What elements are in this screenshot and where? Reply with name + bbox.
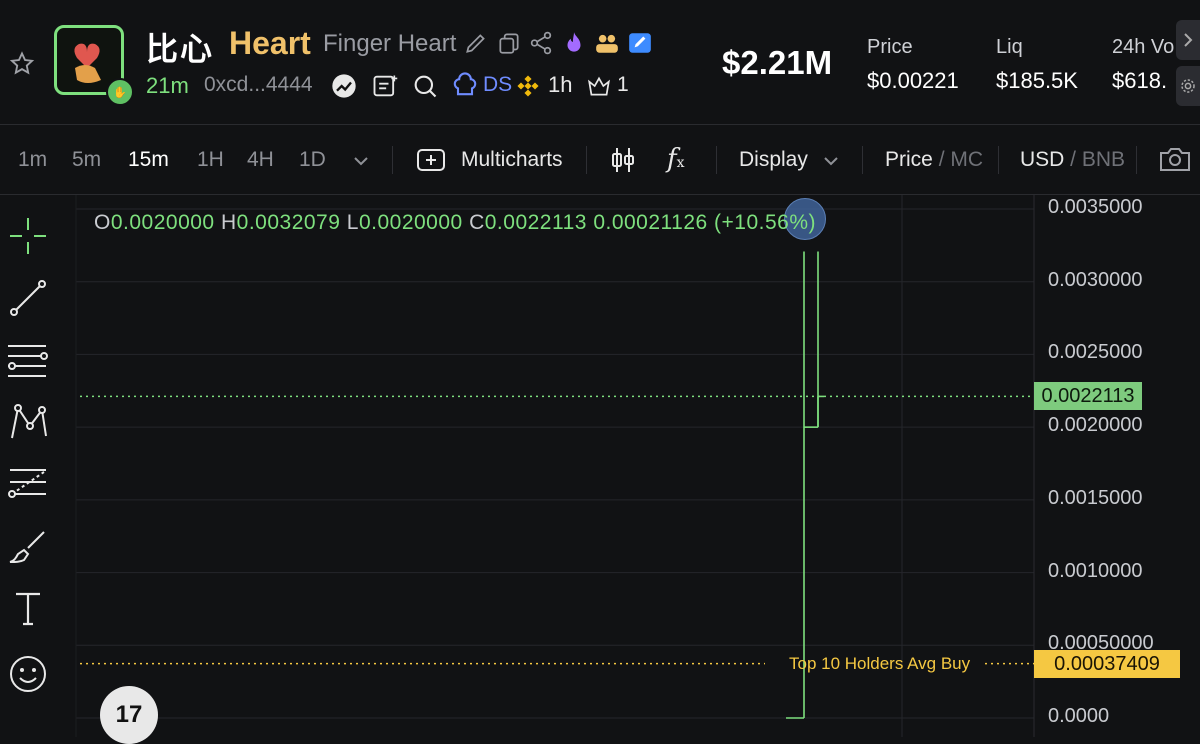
display-button[interactable]: Display bbox=[739, 148, 808, 172]
y-tick-label: 0.0015000 bbox=[1048, 486, 1143, 509]
add-chart-icon[interactable] bbox=[416, 147, 446, 173]
search-icon[interactable] bbox=[411, 72, 439, 100]
chef-hat-icon[interactable] bbox=[451, 72, 479, 100]
tf-4h[interactable]: 4H bbox=[247, 148, 274, 172]
mc-option[interactable]: MC bbox=[950, 148, 983, 171]
multicharts-button[interactable]: Multicharts bbox=[461, 148, 563, 172]
fx-label: f bbox=[667, 144, 677, 174]
crown-icon bbox=[588, 76, 610, 96]
usd-option[interactable]: USD bbox=[1020, 148, 1064, 171]
share-icon[interactable] bbox=[528, 30, 554, 56]
y-tick-label: 0.0010000 bbox=[1048, 559, 1143, 582]
candles-icon[interactable] bbox=[609, 145, 637, 175]
toolbar-divider bbox=[392, 146, 393, 174]
toolbar-divider bbox=[716, 146, 717, 174]
tf-1d[interactable]: 1D bbox=[299, 148, 326, 172]
brush-icon[interactable] bbox=[6, 524, 50, 568]
ohlc-change-pct: (+10.56%) bbox=[714, 211, 817, 234]
tf-1m[interactable]: 1m bbox=[18, 148, 47, 172]
toolbar-divider bbox=[1136, 146, 1137, 174]
ohlc-close: 0.0022113 bbox=[484, 211, 587, 234]
users-icon bbox=[596, 34, 618, 53]
emoji-icon[interactable] bbox=[6, 652, 50, 696]
gear-icon bbox=[1181, 79, 1195, 93]
hand-badge-icon: ✋ bbox=[106, 78, 134, 106]
ohlc-low: 0.0020000 bbox=[358, 211, 463, 234]
tradingview-logo[interactable]: 17 bbox=[100, 686, 158, 744]
ohlc-high: 0.0032079 bbox=[236, 211, 341, 234]
ohlc-c-key: C bbox=[469, 211, 485, 234]
stat-volume-value: $618. bbox=[1112, 68, 1168, 93]
stat-liq-label: Liq bbox=[996, 36, 1023, 58]
ohlc-o-key: O bbox=[94, 211, 111, 234]
chevron-down-icon[interactable] bbox=[352, 152, 370, 170]
tf-15m[interactable]: 15m bbox=[128, 148, 169, 172]
y-tick-label: 0.0030000 bbox=[1048, 268, 1143, 291]
stat-price-value: $0.00221 bbox=[867, 68, 959, 93]
bnb-chain-icon bbox=[517, 75, 539, 97]
crosshair-icon[interactable] bbox=[6, 214, 50, 258]
expand-panel-button[interactable] bbox=[1176, 20, 1200, 60]
chevron-right-icon bbox=[1184, 33, 1193, 47]
ohlc-h-key: H bbox=[220, 211, 237, 234]
y-tick-label: 0.0000 bbox=[1048, 705, 1110, 727]
horizontal-lines-icon[interactable] bbox=[6, 338, 50, 382]
current-price-tag: 0.0022113 bbox=[1034, 382, 1142, 410]
token-age: 21m bbox=[146, 73, 189, 98]
chevron-down-icon[interactable] bbox=[822, 152, 840, 170]
ohlc-l-key: L bbox=[346, 211, 359, 234]
currency-toggle[interactable]: USD / BNB bbox=[1020, 148, 1125, 172]
stat-liq-value: $185.5K bbox=[996, 68, 1078, 93]
avg-buy-label: Top 10 Holders Avg Buy bbox=[789, 654, 971, 673]
dexscreener-link[interactable]: DS bbox=[483, 73, 512, 97]
market-cap: $2.21M bbox=[722, 44, 833, 81]
pattern-icon[interactable] bbox=[6, 400, 50, 444]
settings-button[interactable] bbox=[1176, 66, 1200, 106]
chart-pie-icon[interactable] bbox=[330, 72, 358, 100]
stat-price-label: Price bbox=[867, 36, 913, 58]
copy-icon[interactable] bbox=[496, 30, 522, 56]
tf-1h[interactable]: 1H bbox=[197, 148, 224, 172]
toolbar-divider bbox=[586, 146, 587, 174]
fib-icon[interactable] bbox=[6, 462, 50, 506]
token-header: ✋ 比心 Heart Finger Heart 21m 0xcd...4444 … bbox=[0, 0, 1200, 125]
toolbar-bottom-border bbox=[0, 194, 1200, 195]
tf-5m[interactable]: 5m bbox=[72, 148, 101, 172]
star-icon[interactable] bbox=[8, 50, 36, 78]
holders-count: 1 bbox=[617, 73, 629, 96]
timeframe-badge: 1h bbox=[548, 72, 573, 97]
ohlc-legend: O0.0020000 H0.0032079 L0.0020000 C0.0022… bbox=[94, 211, 816, 235]
toolbar-divider bbox=[862, 146, 863, 174]
ohlc-change: 0.00021126 bbox=[593, 211, 708, 234]
toolbar-divider bbox=[998, 146, 999, 174]
bnb-option[interactable]: BNB bbox=[1082, 148, 1125, 171]
trend-line-icon[interactable] bbox=[6, 276, 50, 320]
y-tick-label: 0.0035000 bbox=[1048, 196, 1143, 218]
token-full-name: Finger Heart bbox=[323, 30, 457, 57]
notes-icon[interactable] bbox=[371, 72, 399, 100]
price-mc-toggle[interactable]: Price / MC bbox=[885, 148, 983, 172]
chart-marks bbox=[80, 251, 1034, 719]
token-symbol: Heart bbox=[229, 25, 311, 61]
price-option[interactable]: Price bbox=[885, 148, 933, 171]
stat-volume-label: 24h Vo bbox=[1112, 36, 1175, 58]
token-address[interactable]: 0xcd...4444 bbox=[204, 73, 313, 97]
edit-icon[interactable] bbox=[463, 30, 489, 56]
camera-icon[interactable] bbox=[1158, 144, 1192, 174]
pencil-badge-icon bbox=[629, 33, 651, 53]
indicators-button[interactable]: fx bbox=[667, 144, 685, 174]
ohlc-open: 0.0020000 bbox=[110, 211, 215, 234]
fire-icon bbox=[567, 32, 581, 52]
y-tick-label: 0.0025000 bbox=[1048, 341, 1143, 364]
token-cn-name: 比心 bbox=[146, 31, 215, 67]
y-tick-label: 0.0020000 bbox=[1048, 414, 1143, 437]
avg-buy-tag: 0.00037409 bbox=[1034, 650, 1180, 678]
text-tool-icon[interactable] bbox=[6, 586, 50, 630]
